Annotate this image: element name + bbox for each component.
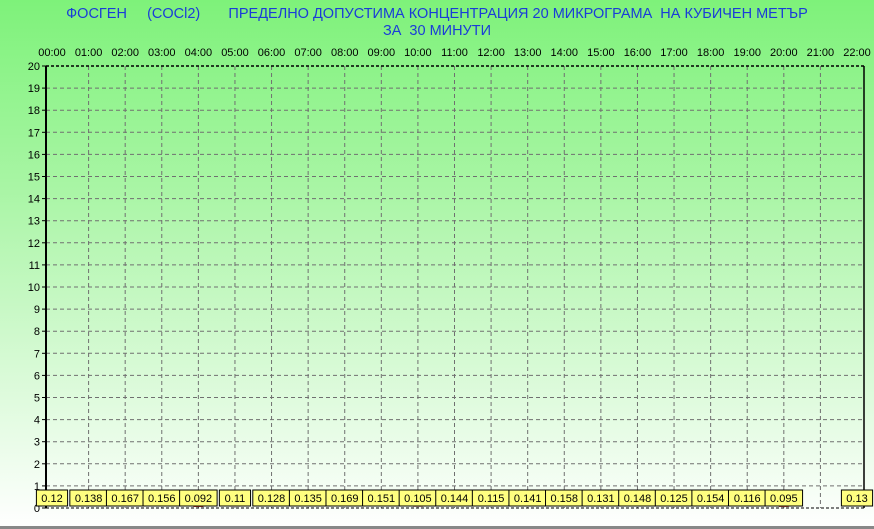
data-label: 0.144: [441, 493, 469, 505]
data-label: 0.092: [185, 493, 213, 505]
data-label: 0.11: [225, 493, 246, 505]
x-tick-label: 03:00: [148, 47, 176, 59]
y-tick-label: 18: [28, 105, 40, 117]
y-tick-label: 8: [34, 326, 40, 338]
data-label: 0.158: [551, 493, 579, 505]
data-label: 0.167: [111, 493, 139, 505]
x-tick-label: 14:00: [551, 47, 579, 59]
y-tick-label: 19: [28, 83, 40, 95]
data-label: 0.115: [478, 493, 505, 505]
y-tick-label: 2: [34, 459, 40, 471]
x-tick-label: 10:00: [404, 47, 432, 59]
y-tick-label: 12: [28, 238, 40, 250]
y-tick-label: 3: [34, 437, 40, 449]
data-label: 0.095: [770, 493, 798, 505]
x-tick-label: 18:00: [697, 47, 725, 59]
data-label: 0.135: [294, 493, 322, 505]
x-tick-label: 21:00: [807, 47, 835, 59]
x-tick-label: 16:00: [624, 47, 652, 59]
chart-plot: 0123456789101112131415161718192000:00 01:…: [28, 47, 874, 515]
x-tick-label: 11:00: [441, 47, 468, 59]
data-label: 0.116: [734, 493, 761, 505]
data-label: 0.125: [660, 493, 688, 505]
data-label: 0.138: [75, 493, 103, 505]
x-tick-label: 01:00: [75, 47, 103, 59]
data-label: 0.12: [41, 493, 62, 505]
x-tick-label: 08:00: [331, 47, 359, 59]
x-tick-label: 15:00: [587, 47, 615, 59]
y-tick-label: 9: [34, 304, 40, 316]
y-tick-label: 4: [34, 415, 40, 427]
y-tick-label: 15: [28, 172, 40, 184]
x-tick-label: 20:00: [770, 47, 798, 59]
data-label: 0.151: [368, 493, 396, 505]
y-tick-label: 6: [34, 370, 40, 382]
y-tick-label: 13: [28, 216, 40, 228]
y-tick-label: 7: [34, 348, 40, 360]
data-label: 0.105: [404, 493, 432, 505]
data-label: 0.169: [331, 493, 359, 505]
x-tick-label: 02:00: [111, 47, 139, 59]
data-label: 0.154: [697, 493, 725, 505]
y-tick-label: 14: [28, 194, 40, 206]
data-label: 0.13: [846, 493, 867, 505]
data-label: 0.131: [587, 493, 615, 505]
x-tick-label: 13:00: [514, 47, 542, 59]
x-tick-label: 17:00: [660, 47, 688, 59]
x-tick-label: 05:00: [221, 47, 249, 59]
data-label: 0.128: [258, 493, 286, 505]
y-tick-label: 17: [28, 127, 40, 139]
data-label: 0.156: [148, 493, 176, 505]
x-tick-label: 04:00: [185, 47, 213, 59]
y-tick-label: 11: [29, 260, 40, 272]
y-tick-label: 10: [28, 282, 40, 294]
y-tick-label: 5: [34, 393, 40, 405]
x-tick-label: 06:00: [258, 47, 286, 59]
data-label: 0.148: [624, 493, 652, 505]
x-tick-label: 09:00: [368, 47, 396, 59]
x-tick-label: 00:00: [38, 47, 66, 59]
x-tick-label: 12:00: [477, 47, 505, 59]
y-tick-label: 16: [28, 149, 40, 161]
x-tick-label: 07:00: [294, 47, 322, 59]
x-tick-label: 19:00: [733, 47, 761, 59]
x-tick-label: 22:00: [843, 47, 871, 59]
data-label: 0.141: [514, 493, 542, 505]
y-tick-label: 20: [28, 61, 40, 73]
